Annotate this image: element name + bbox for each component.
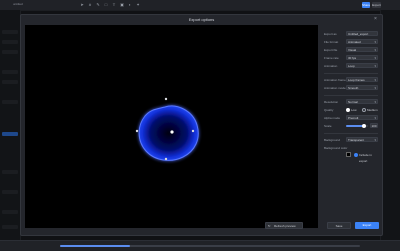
divider — [324, 73, 378, 74]
setting-row: Animation Loop ▾ — [324, 63, 378, 69]
alpha-mode-select[interactable]: Premult ▾ — [346, 115, 378, 120]
export-preview — [25, 25, 318, 228]
chevron-down-icon: ▾ — [374, 116, 376, 120]
setting-label: Export as — [324, 32, 337, 36]
selection-handle[interactable] — [164, 97, 168, 101]
chevron-down-icon: ▾ — [374, 86, 376, 90]
pen-icon[interactable]: ✎ — [96, 3, 100, 7]
export-top-button[interactable]: Export — [372, 2, 381, 8]
setting-row: Background color — [324, 145, 378, 151]
refresh-icon: ↻ — [268, 224, 271, 228]
field-value: Loop — [348, 64, 355, 68]
setting-label: Animation — [324, 64, 338, 68]
export-name-field[interactable]: Untitled_export — [346, 31, 378, 36]
scale-slider[interactable] — [346, 124, 368, 128]
setting-row: Include in export — [324, 152, 378, 163]
close-icon[interactable]: × — [373, 17, 378, 22]
gradient-blob-shape[interactable] — [138, 105, 199, 161]
export-dialog: Export options × Export as Untitled_expo… — [20, 14, 383, 236]
slider-handle[interactable] — [361, 124, 366, 128]
setting-label: Animation frame — [324, 78, 346, 82]
setting-label: Background — [324, 138, 341, 142]
setting-row: Export file Visual ▾ — [324, 47, 378, 53]
field-value: Visual — [348, 48, 357, 52]
setting-row: Quality Low Medium — [324, 107, 378, 113]
setting-row: Animation frame Loop frames ▾ — [324, 77, 378, 83]
save-button[interactable]: Save — [327, 222, 351, 229]
slider-fill — [346, 125, 364, 127]
image-icon[interactable]: ▣ — [120, 3, 124, 7]
scale-value-field[interactable]: 100 — [370, 123, 378, 128]
field-value: Premult — [348, 116, 359, 120]
share-button[interactable]: Share — [362, 2, 370, 8]
include-in-export-checkbox[interactable] — [354, 153, 358, 157]
field-value: 30 fps — [348, 56, 357, 60]
background-color-swatch[interactable] — [346, 152, 351, 157]
button-label: Refresh preview — [274, 224, 296, 228]
setting-row: Alpha mode Premult ▾ — [324, 115, 378, 121]
setting-row: Export as Untitled_export — [324, 31, 378, 37]
field-value: Smooth — [348, 86, 359, 90]
export-file-select[interactable]: Visual ▾ — [346, 47, 378, 52]
field-value: Animated — [348, 40, 361, 44]
file-format-select[interactable]: Animated ▾ — [346, 39, 378, 44]
effects-icon[interactable]: ✦ — [136, 3, 140, 7]
setting-label: Background color — [324, 146, 348, 150]
gradient-center-handle[interactable] — [170, 130, 174, 134]
animation-select[interactable]: Loop ▾ — [346, 63, 378, 68]
timeline-bar — [0, 240, 400, 251]
checkbox-label: Include in export — [359, 153, 372, 163]
gradient-icon[interactable]: ◐ — [128, 3, 132, 7]
chevron-down-icon: ▾ — [374, 48, 376, 52]
chevron-down-icon: ▾ — [374, 78, 376, 82]
radio-label: Medium — [367, 108, 378, 112]
field-value: Untitled_export — [348, 32, 369, 36]
pointer-icon[interactable]: ➤ — [80, 3, 84, 7]
frame-rate-select[interactable]: 30 fps ▾ — [346, 55, 378, 60]
chevron-down-icon: ▾ — [374, 138, 376, 142]
setting-row: Animation mode Smooth ▾ — [324, 85, 378, 91]
dialog-title: Export options — [188, 17, 215, 22]
setting-label: Resolution — [324, 100, 339, 104]
selection-handle[interactable] — [135, 129, 139, 133]
radio-label: Low — [351, 108, 357, 112]
setting-row: Frame rate 30 fps ▾ — [324, 55, 378, 61]
selection-handle[interactable] — [191, 129, 195, 133]
setting-label: Quality — [324, 108, 334, 112]
export-button[interactable]: Export — [355, 222, 379, 229]
chevron-down-icon: ▾ — [374, 100, 376, 104]
setting-row: Scale 100 — [324, 123, 378, 129]
refresh-preview-button[interactable]: ↻ Refresh preview — [265, 222, 303, 229]
frame-icon[interactable]: # — [88, 3, 92, 7]
quality-radio-medium[interactable] — [362, 108, 366, 112]
setting-label: File format — [324, 40, 339, 44]
background-select[interactable]: Transparent ▾ — [346, 137, 378, 142]
text-icon[interactable]: T — [112, 3, 116, 7]
quality-radio-low[interactable] — [346, 108, 350, 112]
setting-label: Scale — [324, 124, 332, 128]
chevron-down-icon: ▾ — [374, 40, 376, 44]
field-value: Loop frames — [348, 78, 365, 82]
field-value: Transparent — [348, 138, 365, 142]
preview-canvas — [135, 97, 199, 161]
file-name[interactable]: untitled — [13, 2, 23, 6]
setting-label: Frame rate — [324, 56, 339, 60]
divider — [324, 95, 378, 96]
divider — [324, 133, 378, 134]
animation-mode-select[interactable]: Smooth ▾ — [346, 85, 378, 90]
chevron-down-icon: ▾ — [374, 64, 376, 68]
chevron-down-icon: ▾ — [374, 56, 376, 60]
setting-row: Background Transparent ▾ — [324, 137, 378, 143]
timeline-progress — [60, 245, 130, 247]
selection-handle[interactable] — [164, 157, 168, 161]
shape-icon[interactable]: □ — [104, 3, 108, 7]
resolution-select[interactable]: Normal ▾ — [346, 99, 378, 104]
animation-frame-select[interactable]: Loop frames ▾ — [346, 77, 378, 82]
setting-label: Export file — [324, 48, 338, 52]
setting-label: Alpha mode — [324, 116, 341, 120]
setting-label: Animation mode — [324, 86, 346, 90]
setting-row: Resolution Normal ▾ — [324, 99, 378, 105]
field-value: Normal — [348, 100, 358, 104]
setting-row: File format Animated ▾ — [324, 39, 378, 45]
